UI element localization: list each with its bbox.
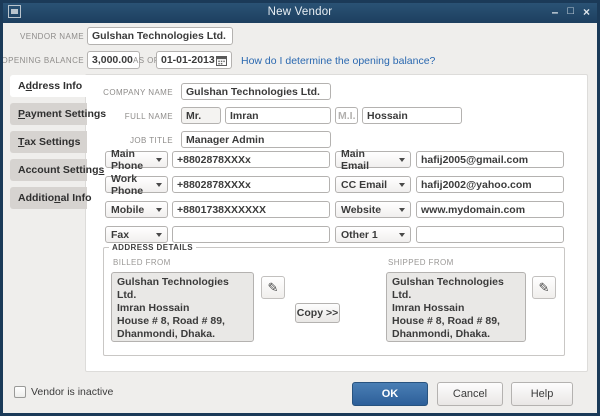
- tab-payment-settings[interactable]: Payment Settings: [10, 103, 106, 125]
- salutation-input[interactable]: Mr.: [181, 107, 221, 124]
- phone-type-dropdown[interactable]: Main Phone: [105, 148, 168, 172]
- website-type-dropdown[interactable]: Website: [335, 201, 411, 218]
- billed-from-label: BILLED FROM: [113, 258, 171, 267]
- maximize-button[interactable]: □: [567, 6, 574, 17]
- company-name-input[interactable]: Gulshan Technologies Ltd.: [181, 83, 331, 100]
- window-icon[interactable]: [8, 5, 21, 18]
- ok-button[interactable]: OK: [352, 382, 428, 406]
- dropdown-value: Other 1: [341, 228, 378, 241]
- tab-address-info[interactable]: Ad dress Info: [10, 75, 87, 97]
- tab-tax-settings[interactable]: Tax Settings: [10, 131, 87, 153]
- chevron-down-icon: [156, 207, 162, 212]
- phone-type-dropdown[interactable]: Work Phone: [105, 173, 168, 197]
- as-of-date-input[interactable]: 01-01-2013: [156, 51, 232, 69]
- window-icon-glyph: [11, 9, 18, 14]
- job-title-label: JOB TITLE: [129, 136, 173, 145]
- as-of-date-value: 01-01-2013: [161, 54, 215, 66]
- middle-initial-placeholder: M.I.: [338, 109, 356, 122]
- tab-label-part: dress Info: [32, 80, 83, 92]
- dropdown-value: Mobile: [111, 203, 145, 216]
- copy-address-button[interactable]: Copy >>: [295, 303, 340, 323]
- email-type-dropdown[interactable]: Main Email: [335, 148, 411, 172]
- tab-account-settings[interactable]: Account Setting s: [10, 159, 104, 181]
- opening-balance-help-link[interactable]: How do I determine the opening balance?: [241, 55, 435, 67]
- vendor-name-input[interactable]: Gulshan Technologies Ltd.: [87, 27, 233, 45]
- company-name-label: COMPANY NAME: [103, 88, 173, 97]
- last-name-input[interactable]: Hossain: [362, 107, 462, 124]
- phone-type-dropdown[interactable]: Mobile: [105, 201, 168, 218]
- cc-email-input[interactable]: hafij2002@yahoo.com: [416, 176, 564, 193]
- website-input[interactable]: www.mydomain.com: [416, 201, 564, 218]
- tab-label-part: ax Settings: [24, 136, 81, 148]
- first-name-input[interactable]: Imran: [225, 107, 331, 124]
- help-button[interactable]: Help: [511, 382, 573, 406]
- phone-type-dropdown[interactable]: Fax: [105, 226, 168, 243]
- tab-label-part: Additio: [18, 192, 55, 204]
- work-phone-input[interactable]: +8802878XXXx: [172, 176, 330, 193]
- tab-label-accel: P: [18, 108, 26, 120]
- dropdown-value: CC Email: [341, 178, 388, 191]
- dropdown-value: Work Phone: [111, 172, 144, 197]
- chevron-down-icon: [156, 232, 162, 237]
- other-input[interactable]: [416, 226, 564, 243]
- address-details-section: ADDRESS DETAILS BILLED FROM Gulshan Tech…: [103, 243, 565, 356]
- job-title-input[interactable]: Manager Admin: [181, 131, 331, 148]
- shipped-from-label: SHIPPED FROM: [388, 258, 454, 267]
- vendor-inactive-checkbox[interactable]: [14, 386, 26, 398]
- main-phone-input[interactable]: +8802878XXXx: [172, 151, 330, 168]
- pencil-icon: ✎: [267, 279, 279, 295]
- opening-balance-label: OPENING BALANCE: [1, 56, 84, 65]
- tab-label-part: A: [18, 80, 26, 92]
- shipped-from-address[interactable]: Gulshan Technologies Ltd. Imran Hossain …: [386, 272, 526, 342]
- window-controls: – □ ×: [552, 0, 590, 23]
- as-of-label: AS OF: [133, 56, 160, 65]
- dropdown-value: Main Email: [341, 147, 370, 172]
- dropdown-value: Main Phone: [111, 147, 144, 172]
- new-vendor-window: New Vendor – □ × VENDOR NAME Gulshan Tec…: [0, 0, 600, 416]
- edit-billed-address-button[interactable]: ✎: [261, 276, 285, 299]
- chevron-down-icon: [156, 182, 162, 187]
- tab-additional-info[interactable]: Additio n al Info: [10, 187, 92, 209]
- fax-input[interactable]: [172, 226, 330, 243]
- mobile-input[interactable]: +8801738XXXXXX: [172, 201, 330, 218]
- full-name-label: FULL NAME: [124, 112, 173, 121]
- edit-shipped-address-button[interactable]: ✎: [532, 276, 556, 299]
- vendor-name-label: VENDOR NAME: [20, 32, 84, 41]
- other-type-dropdown[interactable]: Other 1: [335, 226, 411, 243]
- middle-initial-input[interactable]: M.I.: [335, 107, 358, 124]
- tab-label-accel: s: [98, 164, 105, 176]
- window-title: New Vendor: [267, 5, 333, 18]
- chevron-down-icon: [399, 232, 405, 237]
- chevron-down-icon: [399, 207, 405, 212]
- chevron-down-icon: [399, 182, 405, 187]
- tab-label-part: al Info: [60, 192, 92, 204]
- cancel-button[interactable]: Cancel: [437, 382, 503, 406]
- email-type-dropdown[interactable]: CC Email: [335, 176, 411, 193]
- pencil-icon: ✎: [538, 279, 550, 295]
- chevron-down-icon: [156, 157, 162, 162]
- address-details-legend: ADDRESS DETAILS: [112, 243, 193, 252]
- dropdown-value: Fax: [111, 228, 130, 241]
- calendar-icon[interactable]: [216, 55, 227, 66]
- vendor-inactive-label: Vendor is inactive: [31, 386, 114, 398]
- close-button[interactable]: ×: [583, 6, 590, 18]
- dropdown-value: Website: [341, 203, 382, 216]
- main-email-input[interactable]: hafij2005@gmail.com: [416, 151, 564, 168]
- titlebar: New Vendor – □ ×: [0, 0, 600, 23]
- billed-from-address[interactable]: Gulshan Technologies Ltd. Imran Hossain …: [111, 272, 254, 342]
- minimize-button[interactable]: –: [552, 6, 559, 18]
- chevron-down-icon: [399, 157, 405, 162]
- tab-label-part: Account Setting: [18, 164, 99, 176]
